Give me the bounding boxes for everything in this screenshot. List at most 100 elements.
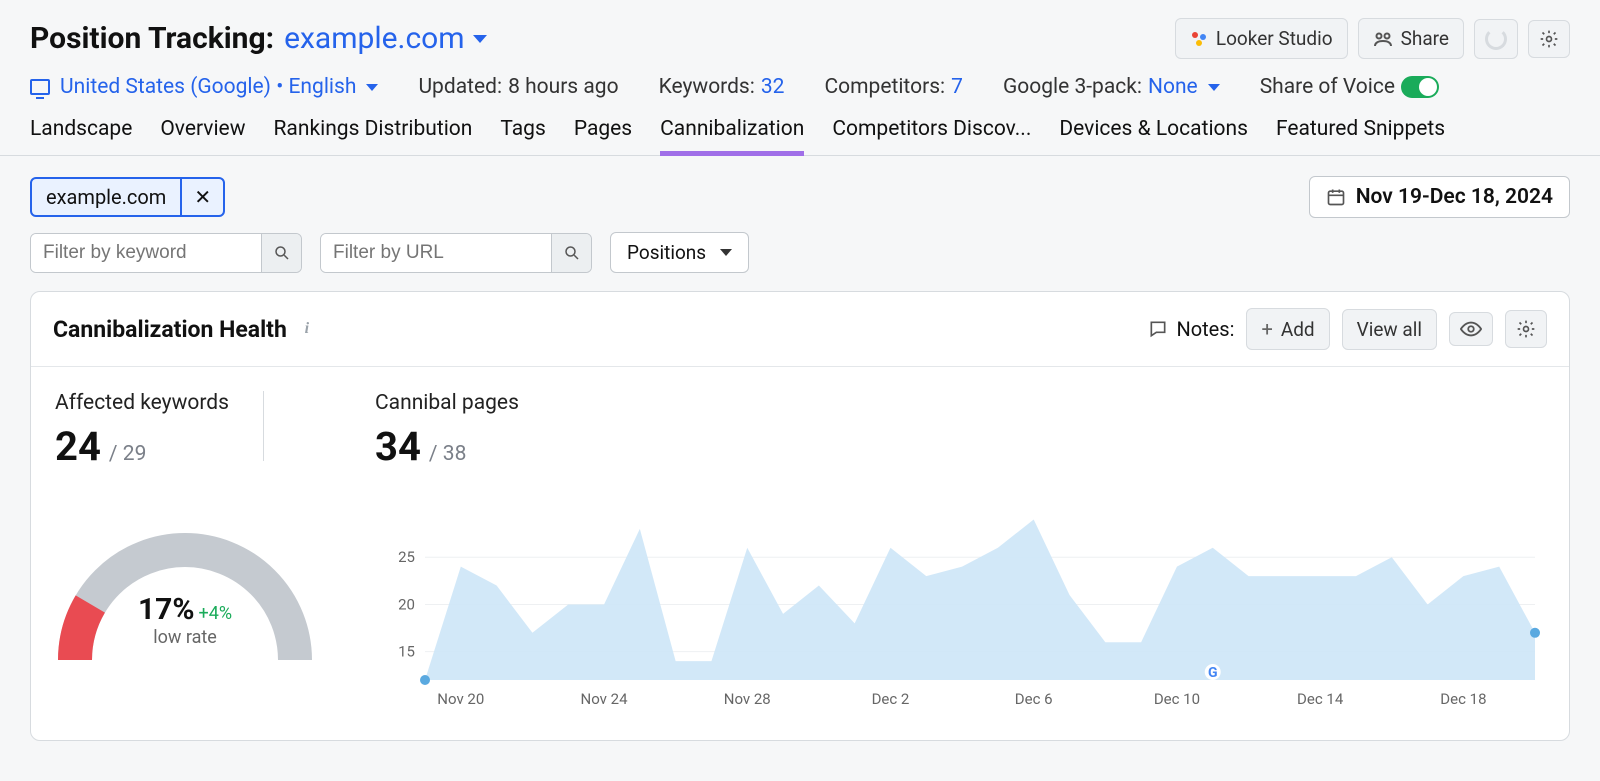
loading-button[interactable] (1474, 19, 1518, 59)
calendar-icon (1326, 187, 1346, 207)
share-button[interactable]: Share (1358, 18, 1464, 59)
share-label: Share (1401, 27, 1449, 50)
chip-text: example.com (32, 179, 182, 215)
info-icon[interactable]: i (297, 319, 317, 339)
sov-label: Share of Voice (1260, 75, 1395, 99)
g3pack-selector[interactable]: Google 3-pack: None (1003, 75, 1220, 99)
locale-selector[interactable]: United States (Google) • English (30, 75, 378, 99)
x-tick: Dec 6 (1015, 690, 1053, 708)
tab-overview[interactable]: Overview (160, 117, 245, 155)
chevron-down-icon (720, 249, 732, 256)
locale-text: United States (Google) • English (60, 75, 356, 99)
competitors-value[interactable]: 7 (951, 75, 963, 99)
keywords-label: Keywords: (659, 75, 755, 99)
notes-label: Notes: (1148, 317, 1234, 341)
x-tick: Dec 18 (1440, 690, 1486, 708)
keywords-value[interactable]: 32 (761, 75, 785, 99)
tab-tags[interactable]: Tags (500, 117, 545, 155)
spinner-icon (1485, 28, 1507, 50)
tab-cannibalization[interactable]: Cannibalization (660, 117, 804, 155)
tab-rankings-distribution[interactable]: Rankings Distribution (273, 117, 472, 155)
domain-selector[interactable]: example.com (284, 21, 487, 56)
add-note-button[interactable]: + Add (1246, 308, 1329, 350)
keyword-input[interactable] (31, 234, 261, 272)
updated-info: Updated: 8 hours ago (418, 75, 618, 99)
trend-chart: 15 20 25 Nov 20 Nov 24 Nov 28 Dec 2 Dec 6 Dec 10… (375, 500, 1545, 710)
gear-icon (1539, 29, 1559, 49)
metric-total: / 29 (109, 442, 146, 466)
keyword-search-button[interactable] (261, 234, 301, 272)
affected-keywords-metric: Affected keywords 24 / 29 (55, 391, 229, 470)
card-settings-button[interactable] (1505, 310, 1547, 348)
keywords-info: Keywords: 32 (659, 75, 785, 99)
view-all-label: View all (1357, 318, 1422, 341)
chip-remove[interactable]: ✕ (182, 179, 223, 215)
health-gauge: 17%+4% low rate (55, 530, 315, 670)
y-tick: 25 (398, 548, 415, 566)
x-tick: Dec 14 (1297, 690, 1344, 708)
search-icon (563, 244, 581, 262)
tab-pages[interactable]: Pages (574, 117, 632, 155)
plus-icon: + (1261, 317, 1272, 341)
note-icon (1148, 319, 1168, 339)
url-search-button[interactable] (551, 234, 591, 272)
updated-label: Updated: (418, 75, 502, 99)
chevron-down-icon (366, 84, 378, 91)
positions-dropdown[interactable]: Positions (610, 232, 749, 273)
date-range-button[interactable]: Nov 19-Dec 18, 2024 (1309, 176, 1570, 218)
x-tick: Dec 10 (1154, 690, 1200, 708)
sov-toggle[interactable] (1401, 76, 1439, 98)
notes-text: Notes: (1176, 317, 1234, 341)
gear-icon (1516, 319, 1536, 339)
updated-value: 8 hours ago (508, 75, 619, 99)
gauge-percent: 17% (138, 592, 195, 627)
metric-value: 24 (55, 423, 101, 470)
url-input[interactable] (321, 234, 551, 272)
tab-devices-locations[interactable]: Devices & Locations (1059, 117, 1248, 155)
url-filter (320, 233, 592, 273)
domain-text: example.com (284, 21, 465, 56)
settings-button[interactable] (1528, 20, 1570, 58)
tab-featured-snippets[interactable]: Featured Snippets (1276, 117, 1445, 155)
metric-label: Cannibal pages (375, 391, 1545, 415)
chevron-down-icon (1208, 84, 1220, 91)
chevron-down-icon (473, 35, 487, 43)
monitor-icon (30, 79, 50, 95)
gauge-sub: low rate (55, 627, 315, 648)
x-tick: Dec 2 (872, 690, 910, 708)
x-tick: Nov 28 (724, 690, 771, 708)
keyword-filter (30, 233, 302, 273)
g3pack-label: Google 3-pack: (1003, 75, 1142, 99)
share-icon (1373, 30, 1393, 48)
cannibal-pages-metric: Cannibal pages 34 / 38 (375, 391, 1545, 470)
y-tick: 15 (398, 643, 415, 661)
add-label: Add (1281, 318, 1315, 341)
competitors-info: Competitors: 7 (824, 75, 962, 99)
date-range-text: Nov 19-Dec 18, 2024 (1356, 185, 1553, 209)
svg-text:G: G (1208, 665, 1218, 681)
metric-total: / 38 (429, 442, 466, 466)
page-title: Position Tracking: (30, 21, 274, 56)
metric-value: 34 (375, 423, 421, 470)
looker-label: Looker Studio (1216, 27, 1333, 50)
looker-studio-button[interactable]: Looker Studio (1175, 18, 1348, 59)
divider (263, 391, 264, 461)
x-tick: Nov 20 (437, 690, 484, 708)
positions-label: Positions (627, 241, 706, 264)
view-all-button[interactable]: View all (1342, 309, 1437, 350)
search-icon (273, 244, 291, 262)
g3pack-value: None (1148, 75, 1198, 99)
y-tick: 20 (398, 595, 415, 613)
eye-icon (1460, 321, 1482, 337)
tab-competitors-discov-[interactable]: Competitors Discov... (832, 117, 1031, 155)
x-tick: Nov 24 (581, 690, 629, 708)
sov-toggle-row: Share of Voice (1260, 75, 1439, 99)
metric-label: Affected keywords (55, 391, 229, 415)
card-title: Cannibalization Health (53, 316, 287, 343)
domain-chip: example.com ✕ (30, 177, 225, 217)
gauge-delta: +4% (199, 603, 233, 624)
looker-icon (1190, 30, 1208, 48)
visibility-button[interactable] (1449, 312, 1493, 346)
competitors-label: Competitors: (824, 75, 945, 99)
tab-landscape[interactable]: Landscape (30, 117, 132, 155)
